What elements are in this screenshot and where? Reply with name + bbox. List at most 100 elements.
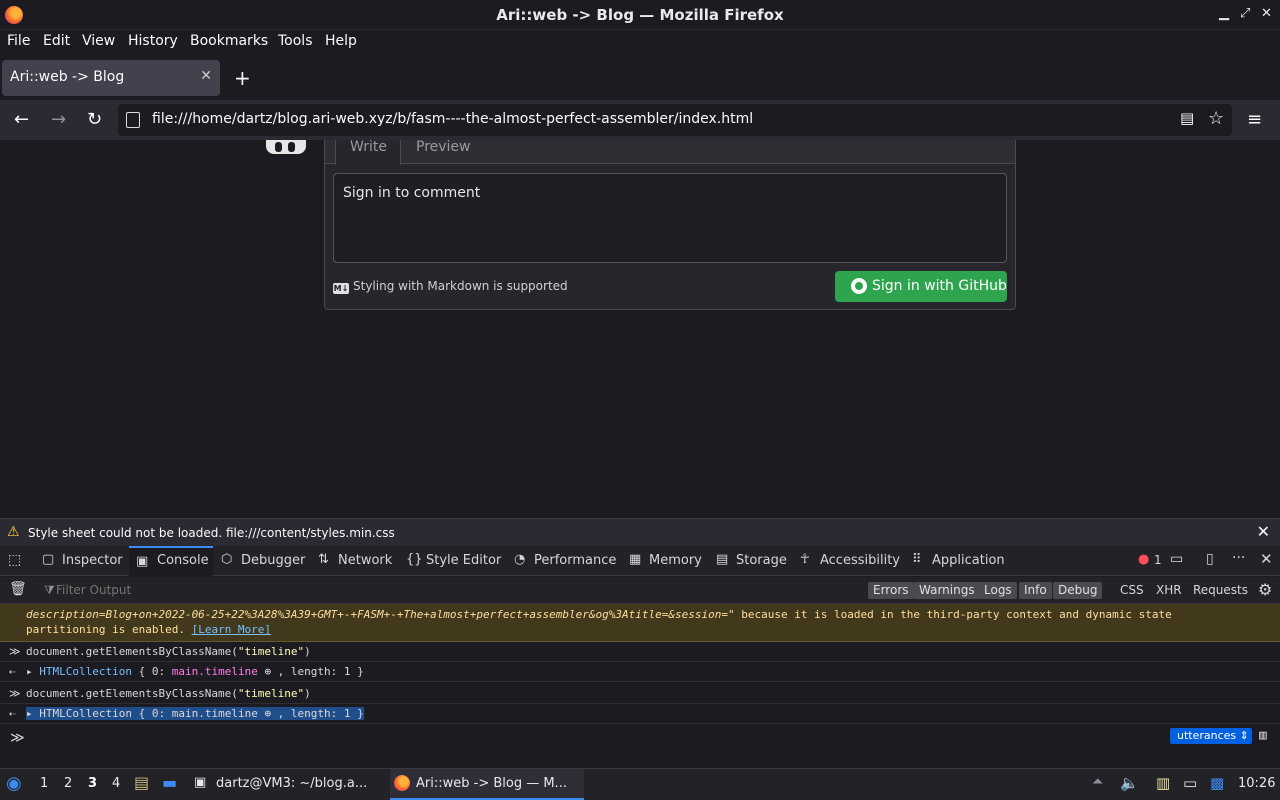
filter-errors-button[interactable]: Errors [868,582,914,599]
filter-requests-toggle[interactable]: Requests [1193,583,1248,597]
console-input[interactable] [30,728,1150,748]
memory-icon: ▦ [629,552,642,567]
minimize-icon[interactable]: ▁ [1219,6,1229,21]
workspace-3[interactable]: 3 [88,776,97,791]
menu-bookmarks[interactable]: Bookmarks [190,33,268,49]
result-arrow-icon: ⇠ [9,665,16,678]
menu-edit[interactable]: Edit [43,33,70,49]
tab-style-editor[interactable]: {} Style Editor [406,546,506,576]
result-object[interactable]: ▸ HTMLCollection { 0: main.timeline ⊕ , … [26,665,364,678]
comment-textarea[interactable]: Sign in to comment [333,173,1007,263]
notification-icon[interactable]: ▩ [1210,774,1224,792]
file-manager-icon[interactable]: ▤ [134,773,149,792]
performance-icon: ◔ [514,552,526,567]
console-settings-icon[interactable]: ⚙ [1258,580,1272,599]
comment-tabs: Write Preview [325,140,1015,165]
start-menu-icon[interactable]: ◉ [6,773,22,794]
error-count[interactable]: 1 [1154,553,1162,567]
console-input-row: ≫ document.getElementsByClassName("timel… [0,684,1280,704]
menu-history[interactable]: History [128,33,178,49]
tab-write[interactable]: Write [335,140,401,165]
tab-preview[interactable]: Preview [405,140,485,165]
warning-message-line2: partitioning is enabled. [26,623,192,636]
tab-debugger[interactable]: ⬡ Debugger [221,546,311,576]
learn-more-link[interactable]: [Learn More] [192,623,271,636]
new-tab-icon[interactable]: + [234,66,251,90]
browser-tab[interactable]: Ari::web -> Blog ✕ [2,60,220,96]
dock-side-icon[interactable]: ▯ [1206,551,1214,567]
console-output: description=Blog+on+2022-06-25+22%3A28%3… [0,604,1280,768]
close-devtools-icon[interactable]: ✕ [1260,550,1273,568]
reader-view-icon[interactable]: ▤ [1180,109,1194,127]
filter-logs-button[interactable]: Logs [979,582,1017,599]
tab-bar: Ari::web -> Blog ✕ + [0,54,1280,100]
menu-help[interactable]: Help [325,33,357,49]
forward-icon[interactable]: → [51,109,66,130]
terminal-icon: ▣ [194,775,207,790]
tab-application[interactable]: ⠿ Application [912,546,1008,576]
page-content: Write Preview Sign in to comment M↓ Styli… [0,140,1280,518]
filter-xhr-toggle[interactable]: XHR [1156,583,1182,597]
tab-label: Ari::web -> Blog [10,69,125,85]
menu-file[interactable]: File [7,33,30,49]
error-icon[interactable]: ● [1138,552,1149,567]
app-menu-icon[interactable]: ≡ [1247,109,1262,130]
tab-performance[interactable]: ◔ Performance [514,546,618,576]
editor-mode-icon[interactable]: ▥ [1259,728,1267,743]
url-text[interactable]: file:///home/dartz/blog.ari-web.xyz/b/fa… [152,111,753,127]
maximize-icon[interactable]: ⤢ [1240,6,1250,21]
menu-tools[interactable]: Tools [278,33,313,49]
comment-placeholder: Sign in to comment [343,185,481,201]
tab-network[interactable]: ⇅ Network [318,546,398,576]
filter-info-button[interactable]: Info [1019,582,1052,599]
console-prompt-icon[interactable]: ≫ [10,730,25,746]
filter-warnings-button[interactable]: Warnings [914,582,980,599]
style-editor-icon: {} [406,552,423,567]
tab-memory[interactable]: ▦ Memory [629,546,705,576]
reload-icon[interactable]: ↻ [87,109,102,130]
tab-inspector[interactable]: ▢ Inspector [42,546,128,576]
back-icon[interactable]: ← [14,109,29,130]
filter-css-toggle[interactable]: CSS [1120,583,1144,597]
task-terminal[interactable]: ▣ dartz@VM3: ~/blog.a... [190,769,386,800]
console-result-row-selected[interactable]: ⇠ ▸ HTMLCollection { 0: main.timeline ⊕ … [0,704,1280,724]
network-tray-icon[interactable]: ▭ [1183,774,1197,792]
close-tab-icon[interactable]: ✕ [200,68,212,84]
filter-debug-button[interactable]: Debug [1053,582,1103,599]
tab-console[interactable]: ▣ Console [129,546,213,576]
console-filter-bar: 🗑 ⧩ Errors Warnings Logs Info Debug CSS … [0,577,1280,604]
desktop-icon[interactable]: ▬ [162,773,177,792]
navigation-toolbar: ← → ↻ file:///home/dartz/blog.ari-web.xy… [0,100,1280,140]
console-warning-message: description=Blog+on+2022-06-25+22%3A28%3… [0,604,1280,642]
url-bar[interactable]: file:///home/dartz/blog.ari-web.xyz/b/fa… [118,104,1232,136]
console-result-row[interactable]: ⇠ ▸ HTMLCollection { 0: main.timeline ⊕ … [0,662,1280,682]
page-icon [126,112,140,128]
stylesheet-warning-bar: ⚠ Style sheet could not be loaded. file:… [0,518,1280,546]
trash-icon[interactable]: 🗑 [9,581,27,597]
result-object-selected[interactable]: ▸ HTMLCollection { 0: main.timeline ⊕ , … [26,707,364,720]
sign-in-github-button[interactable]: Sign in with GitHub [835,271,1007,302]
close-warning-icon[interactable]: ✕ [1257,522,1270,541]
tab-storage[interactable]: ▤ Storage [716,546,788,576]
menu-view[interactable]: View [82,33,115,49]
inspector-icon: ▢ [42,552,55,567]
network-icon: ⇅ [318,552,329,567]
tab-accessibility[interactable]: ☥ Accessibility [800,546,900,576]
bookmark-star-icon[interactable]: ☆ [1208,108,1224,129]
element-picker-icon[interactable]: ⬚ [8,552,21,568]
context-selector[interactable]: utterances ⇕ [1170,728,1252,744]
tray-arrow-icon[interactable]: ⏶ [1092,774,1103,790]
workspace-1[interactable]: 1 [40,776,48,791]
clipboard-icon[interactable]: ▥ [1156,774,1170,792]
task-firefox[interactable]: Ari::web -> Blog — M... [390,769,584,800]
filter-output-input[interactable] [56,581,356,599]
split-console-icon[interactable]: ▭ [1170,551,1183,567]
markdown-note[interactable]: M↓ Styling with Markdown is supported [333,279,568,294]
markdown-icon: M↓ [333,283,349,294]
workspace-4[interactable]: 4 [112,776,120,791]
more-options-icon[interactable]: ··· [1232,550,1245,566]
workspace-2[interactable]: 2 [64,776,72,791]
volume-icon[interactable]: 🔈 [1120,774,1139,792]
storage-icon: ▤ [716,552,729,567]
close-window-icon[interactable]: ✕ [1261,6,1272,21]
